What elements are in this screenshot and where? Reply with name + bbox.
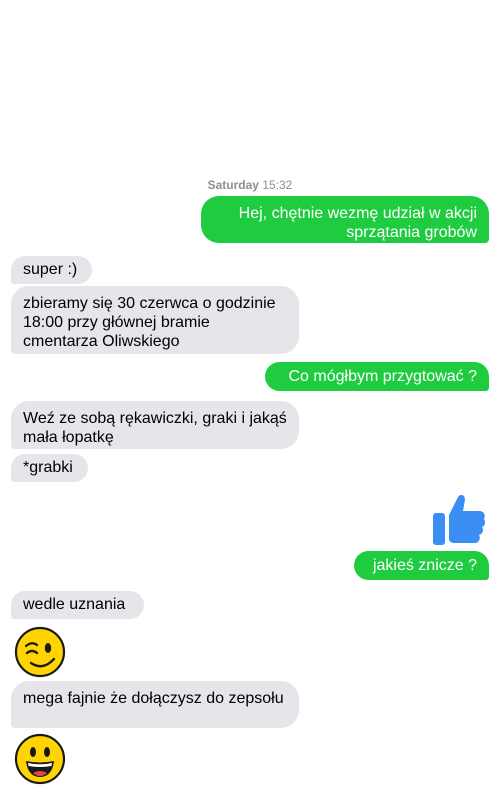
message-text: Hej, chętnie wezmę udział w akcji sprząt…: [238, 205, 477, 241]
grinning-face-emoji[interactable]: [14, 733, 66, 785]
message-bubble-incoming[interactable]: mega fajnie że dołączysz do zepsołu: [11, 681, 299, 728]
timestamp: Saturday 15:32: [0, 178, 500, 192]
message-bubble-incoming[interactable]: super :): [11, 256, 92, 284]
message-text: zbieramy się 30 czerwca o godzinie 18:00…: [23, 295, 276, 350]
message-bubble-outgoing[interactable]: jakieś znicze ?: [354, 551, 489, 580]
message-text: Co mógłbym przygtować ?: [288, 368, 477, 385]
message-bubble-incoming[interactable]: zbieramy się 30 czerwca o godzinie 18:00…: [11, 286, 299, 354]
message-text: Weź ze sobą rękawiczki, graki i jakąś ma…: [23, 410, 287, 446]
message-bubble-incoming[interactable]: Weź ze sobą rękawiczki, graki i jakąś ma…: [11, 401, 299, 449]
message-text: super :): [23, 261, 78, 278]
timestamp-time: 15:32: [262, 178, 293, 192]
message-text: wedle uznania: [23, 596, 126, 613]
message-bubble-outgoing[interactable]: Co mógłbym przygtować ?: [265, 362, 489, 391]
message-bubble-incoming[interactable]: *grabki: [11, 454, 88, 482]
thumbs-up-icon[interactable]: [432, 494, 486, 546]
message-bubble-incoming[interactable]: wedle uznania: [11, 591, 144, 619]
winking-face-emoji[interactable]: [14, 626, 66, 678]
timestamp-day: Saturday: [207, 178, 259, 192]
message-text: mega fajnie że dołączysz do zepsołu: [23, 690, 284, 707]
message-bubble-outgoing[interactable]: Hej, chętnie wezmę udział w akcji sprząt…: [201, 196, 489, 243]
message-text: jakieś znicze ?: [372, 557, 477, 574]
message-text: *grabki: [23, 459, 73, 476]
